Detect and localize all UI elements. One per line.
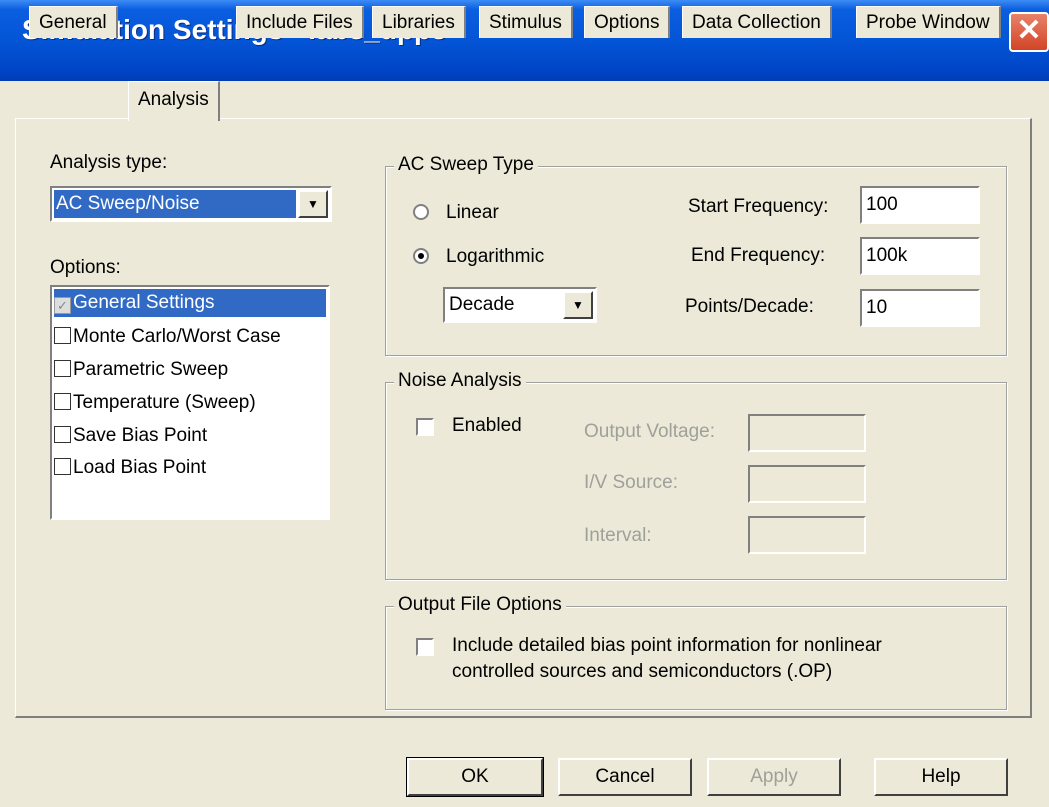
tab-label: Stimulus bbox=[489, 12, 562, 33]
tab-label: Data Collection bbox=[692, 12, 821, 33]
iv-source-label: I/V Source: bbox=[584, 472, 678, 493]
apply-button[interactable]: Apply bbox=[707, 758, 841, 796]
chevron-down-icon[interactable]: ▼ bbox=[298, 190, 328, 218]
tab-include-files[interactable]: Include Files bbox=[236, 6, 364, 38]
list-item-label: Load Bias Point bbox=[73, 457, 207, 478]
tab-label: General bbox=[39, 12, 107, 33]
chevron-down-icon[interactable]: ▼ bbox=[563, 291, 593, 319]
checkbox[interactable] bbox=[54, 426, 71, 443]
tab-label: Include Files bbox=[246, 12, 353, 33]
tab-label: Options bbox=[594, 12, 660, 33]
noise-analysis-group: Noise Analysis bbox=[385, 370, 1007, 580]
interval-input[interactable] bbox=[748, 516, 866, 554]
start-frequency-label: Start Frequency: bbox=[688, 196, 829, 217]
tab-analysis[interactable]: Analysis bbox=[128, 81, 220, 121]
bias-point-detail-checkbox[interactable] bbox=[416, 638, 434, 656]
output-file-group: Output File Options bbox=[385, 594, 1007, 710]
log-unit-select[interactable]: Decade ▼ bbox=[443, 287, 597, 323]
tab-label: Libraries bbox=[382, 12, 455, 33]
close-icon: ✕ bbox=[1016, 14, 1042, 47]
analysis-type-select[interactable]: AC Sweep/Noise ▼ bbox=[50, 186, 332, 222]
points-per-decade-input[interactable]: 10 bbox=[860, 289, 980, 327]
bias-point-detail-label-line1: Include detailed bias point information … bbox=[452, 635, 882, 656]
points-per-decade-label: Points/Decade: bbox=[685, 296, 814, 317]
list-item-label: Temperature (Sweep) bbox=[73, 392, 256, 413]
checkbox[interactable] bbox=[54, 360, 71, 377]
linear-label: Linear bbox=[446, 202, 499, 223]
tab-general[interactable]: General bbox=[29, 6, 118, 38]
end-frequency-label: End Frequency: bbox=[691, 245, 826, 266]
end-frequency-value: 100k bbox=[866, 245, 908, 266]
close-button[interactable]: ✕ bbox=[1009, 12, 1049, 52]
tab-data-collection[interactable]: Data Collection bbox=[682, 6, 832, 38]
list-item[interactable]: Save Bias Point bbox=[54, 422, 207, 450]
check-icon[interactable]: ✓ bbox=[54, 297, 71, 314]
help-button[interactable]: Help bbox=[874, 758, 1008, 796]
checkbox[interactable] bbox=[54, 327, 71, 344]
iv-source-input[interactable] bbox=[748, 465, 866, 503]
output-voltage-label: Output Voltage: bbox=[584, 421, 715, 442]
list-item[interactable]: Temperature (Sweep) bbox=[54, 389, 256, 417]
ok-button[interactable]: OK bbox=[406, 757, 544, 797]
list-item-label: Parametric Sweep bbox=[73, 359, 229, 380]
list-item[interactable]: ✓ General Settings bbox=[54, 289, 326, 317]
log-unit-value: Decade bbox=[449, 294, 515, 315]
list-item[interactable]: Load Bias Point bbox=[54, 454, 206, 482]
analysis-type-value: AC Sweep/Noise bbox=[54, 190, 296, 218]
bias-point-detail-label-line2: controlled sources and semiconductors (.… bbox=[452, 661, 833, 682]
list-item[interactable]: Monte Carlo/Worst Case bbox=[54, 323, 281, 351]
output-voltage-input[interactable] bbox=[748, 414, 866, 452]
logarithmic-label: Logarithmic bbox=[446, 246, 545, 267]
start-frequency-value: 100 bbox=[866, 194, 898, 215]
tab-probe-window[interactable]: Probe Window bbox=[856, 6, 1001, 38]
list-item[interactable]: Parametric Sweep bbox=[54, 356, 228, 384]
points-per-decade-value: 10 bbox=[866, 297, 888, 318]
tab-stimulus[interactable]: Stimulus bbox=[479, 6, 573, 38]
tab-label: Probe Window bbox=[866, 12, 990, 33]
tab-options[interactable]: Options bbox=[584, 6, 671, 38]
noise-analysis-legend: Noise Analysis bbox=[394, 370, 526, 392]
noise-enabled-checkbox[interactable] bbox=[416, 418, 434, 436]
end-frequency-input[interactable]: 100k bbox=[860, 237, 980, 275]
checkbox[interactable] bbox=[54, 393, 71, 410]
tab-label: Analysis bbox=[138, 89, 209, 110]
options-list[interactable]: ✓ General Settings Monte Carlo/Worst Case… bbox=[50, 285, 330, 520]
cancel-button[interactable]: Cancel bbox=[558, 758, 692, 796]
output-file-legend: Output File Options bbox=[394, 594, 566, 616]
tab-libraries[interactable]: Libraries bbox=[372, 6, 466, 38]
analysis-type-label: Analysis type: bbox=[50, 152, 168, 173]
start-frequency-input[interactable]: 100 bbox=[860, 186, 980, 224]
ac-sweep-legend: AC Sweep Type bbox=[394, 154, 538, 176]
options-label: Options: bbox=[50, 257, 121, 278]
checkbox[interactable] bbox=[54, 458, 71, 475]
noise-enabled-label: Enabled bbox=[452, 415, 522, 436]
linear-radio[interactable] bbox=[413, 204, 429, 220]
list-item-label: General Settings bbox=[73, 292, 215, 313]
list-item-label: Monte Carlo/Worst Case bbox=[73, 326, 281, 347]
interval-label: Interval: bbox=[584, 525, 652, 546]
list-item-label: Save Bias Point bbox=[73, 425, 208, 446]
logarithmic-radio[interactable] bbox=[413, 248, 429, 264]
